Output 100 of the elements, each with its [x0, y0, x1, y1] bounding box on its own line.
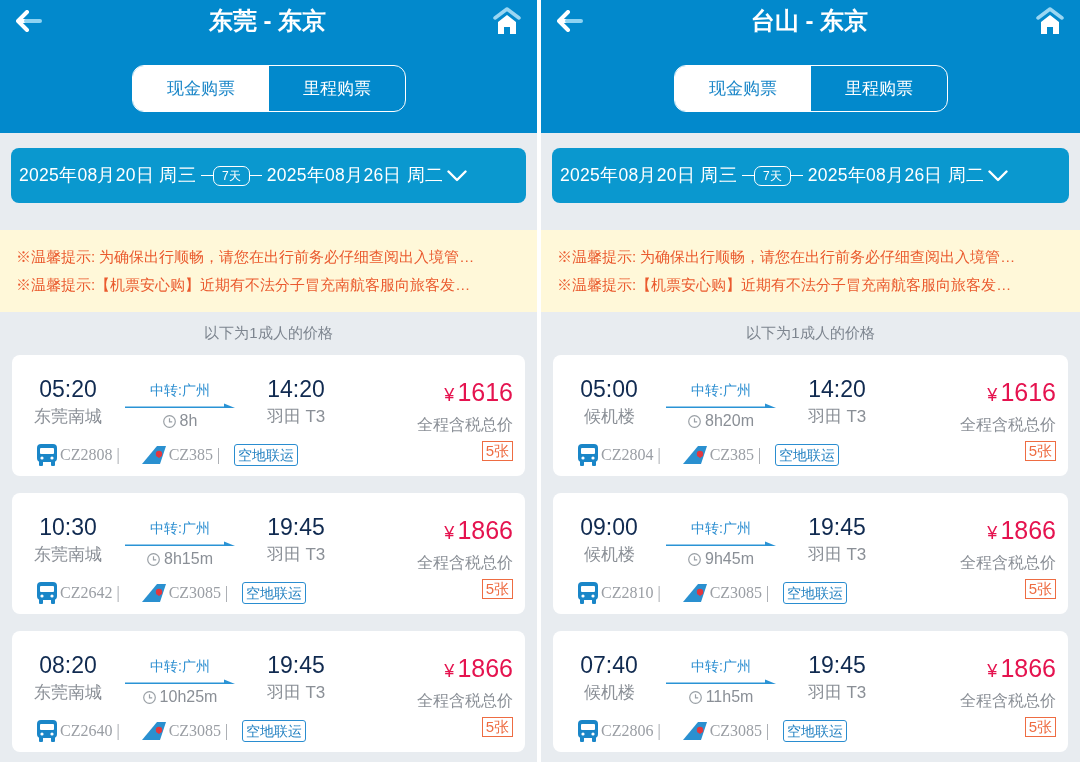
flight-card[interactable]: 08:20 东莞南城 中转:广州 10h25m 19:45 羽田 T3 CZ2640 | CZ3085 | 空地联运 ¥1866 全程含税总价 5张	[12, 631, 525, 752]
segment-number: CZ3085 |	[168, 583, 229, 604]
segment-number: CZ2640 |	[60, 721, 120, 742]
duration-badge: 7天	[753, 165, 791, 186]
clock-icon	[147, 552, 161, 566]
price: ¥1866	[444, 653, 513, 684]
flight-card[interactable]: 05:00 候机楼 中转:广州 8h20m 14:20 羽田 T3 CZ2804 | CZ385 | 空地联运 ¥1616 全程含税总价 5张	[553, 355, 1068, 476]
departure-time: 05:20	[39, 375, 97, 403]
bus-icon	[37, 444, 57, 466]
transfer-city: 中转:广州	[150, 657, 210, 675]
chevron-down-icon[interactable]	[987, 169, 1008, 182]
tab[interactable]: 现金购票	[132, 66, 269, 111]
segment-number: CZ385 |	[168, 445, 221, 466]
seats-left: 5张	[1024, 579, 1056, 599]
tab[interactable]: 现金购票	[674, 66, 811, 111]
seats-left: 5张	[481, 717, 513, 737]
seats-left: 5张	[481, 441, 513, 461]
price: ¥1866	[444, 515, 513, 546]
connector-line	[741, 174, 754, 177]
seats-left: 5张	[1024, 441, 1056, 461]
home-icon[interactable]	[1036, 7, 1064, 35]
clock-icon	[688, 552, 702, 566]
departure-time: 09:00	[580, 513, 638, 541]
bus-icon	[37, 720, 57, 742]
tail-fin-icon	[682, 446, 707, 464]
arrival-station: 羽田 T3	[807, 682, 867, 704]
seats-left: 5张	[481, 579, 513, 599]
notice-text: ※温馨提示: 为确保出行顺畅，请您在出行前务必仔细查阅出入境管…	[16, 247, 476, 267]
transfer-city: 中转:广州	[691, 381, 751, 399]
notice-text: ※温馨提示:【机票安心购】近期有不法分子冒充南航客服向旅客发…	[557, 275, 1013, 295]
departure-station: 东莞南城	[34, 682, 102, 704]
clock-icon	[688, 690, 702, 704]
screen-title: 东莞 - 东京	[208, 9, 327, 33]
connector-line	[200, 174, 213, 177]
departure-time: 08:20	[39, 651, 97, 679]
departure-station: 东莞南城	[34, 406, 102, 428]
seats-left: 5张	[1024, 717, 1056, 737]
departure-time: 05:00	[580, 375, 638, 403]
departure-station: 候机楼	[583, 682, 635, 704]
bus-icon	[37, 582, 57, 604]
segment-number: CZ3085 |	[709, 721, 770, 742]
connector-line	[790, 174, 803, 177]
screen-title: 台山 - 东京	[750, 9, 869, 33]
price-label: 全程含税总价	[960, 553, 1056, 573]
flight-card[interactable]: 05:20 东莞南城 中转:广州 8h 14:20 羽田 T3 CZ2808 | CZ385 | 空地联运 ¥1616 全程含税总价 5张	[12, 355, 525, 476]
tail-fin-icon	[682, 584, 707, 602]
departure-time: 10:30	[39, 513, 97, 541]
transfer-city: 中转:广州	[150, 381, 210, 399]
arrival-time: 14:20	[808, 375, 866, 403]
departure-station: 东莞南城	[34, 544, 102, 566]
connector-line	[249, 174, 262, 177]
price-label: 全程含税总价	[417, 691, 513, 711]
tail-fin-icon	[141, 446, 166, 464]
arrival-time: 19:45	[267, 513, 325, 541]
arrival-station: 羽田 T3	[266, 544, 326, 566]
duration: 8h15m	[164, 549, 213, 569]
duration-badge: 7天	[212, 165, 250, 186]
bus-icon	[578, 720, 598, 742]
segment-number: CZ2804 |	[601, 445, 661, 466]
departure-station: 候机楼	[583, 406, 635, 428]
service-tag: 空地联运	[775, 444, 840, 466]
segment-number: CZ2642 |	[60, 583, 120, 604]
price: ¥1866	[987, 653, 1056, 684]
segment-number: CZ3085 |	[709, 583, 770, 604]
segment-number: CZ2810 |	[601, 583, 661, 604]
start-date: 2025年08月20日 周三	[560, 164, 737, 188]
tail-fin-icon	[682, 722, 707, 740]
price: ¥1866	[987, 515, 1056, 546]
tab[interactable]: 里程购票	[810, 66, 947, 111]
bus-icon	[578, 582, 598, 604]
duration: 10h25m	[159, 687, 218, 707]
transfer-city: 中转:广州	[691, 657, 751, 675]
transfer-city: 中转:广州	[691, 519, 751, 537]
service-tag: 空地联运	[783, 582, 848, 604]
end-date: 2025年08月26日 周二	[807, 164, 985, 188]
arrival-time: 19:45	[808, 651, 866, 679]
price-label: 全程含税总价	[960, 415, 1056, 435]
service-tag: 空地联运	[234, 444, 299, 466]
arrival-time: 14:20	[267, 375, 325, 403]
clock-icon	[142, 690, 156, 704]
clock-icon	[688, 414, 702, 428]
notice-text: ※温馨提示: 为确保出行顺畅，请您在出行前务必仔细查阅出入境管…	[557, 247, 1017, 267]
arrival-station: 羽田 T3	[807, 544, 867, 566]
tab[interactable]: 里程购票	[268, 66, 405, 111]
chevron-down-icon[interactable]	[446, 169, 467, 182]
price: ¥1616	[444, 377, 513, 408]
transfer-city: 中转:广州	[150, 519, 210, 537]
flight-card[interactable]: 07:40 候机楼 中转:广州 11h5m 19:45 羽田 T3 CZ2806 | CZ3085 | 空地联运 ¥1866 全程含税总价 5张	[553, 631, 1068, 752]
start-date: 2025年08月20日 周三	[19, 164, 196, 188]
arrival-station: 羽田 T3	[266, 682, 326, 704]
arrival-station: 羽田 T3	[807, 406, 867, 428]
arrival-time: 19:45	[808, 513, 866, 541]
service-tag: 空地联运	[783, 720, 848, 742]
service-tag: 空地联运	[242, 582, 307, 604]
segment-number: CZ2806 |	[601, 721, 661, 742]
home-icon[interactable]	[493, 7, 521, 35]
flight-card[interactable]: 09:00 候机楼 中转:广州 9h45m 19:45 羽田 T3 CZ2810 | CZ3085 | 空地联运 ¥1866 全程含税总价 5张	[553, 493, 1068, 614]
flight-card[interactable]: 10:30 东莞南城 中转:广州 8h15m 19:45 羽田 T3 CZ2642 | CZ3085 | 空地联运 ¥1866 全程含税总价 5张	[12, 493, 525, 614]
segment-number: CZ385 |	[709, 445, 762, 466]
segment-number: CZ2808 |	[60, 445, 120, 466]
